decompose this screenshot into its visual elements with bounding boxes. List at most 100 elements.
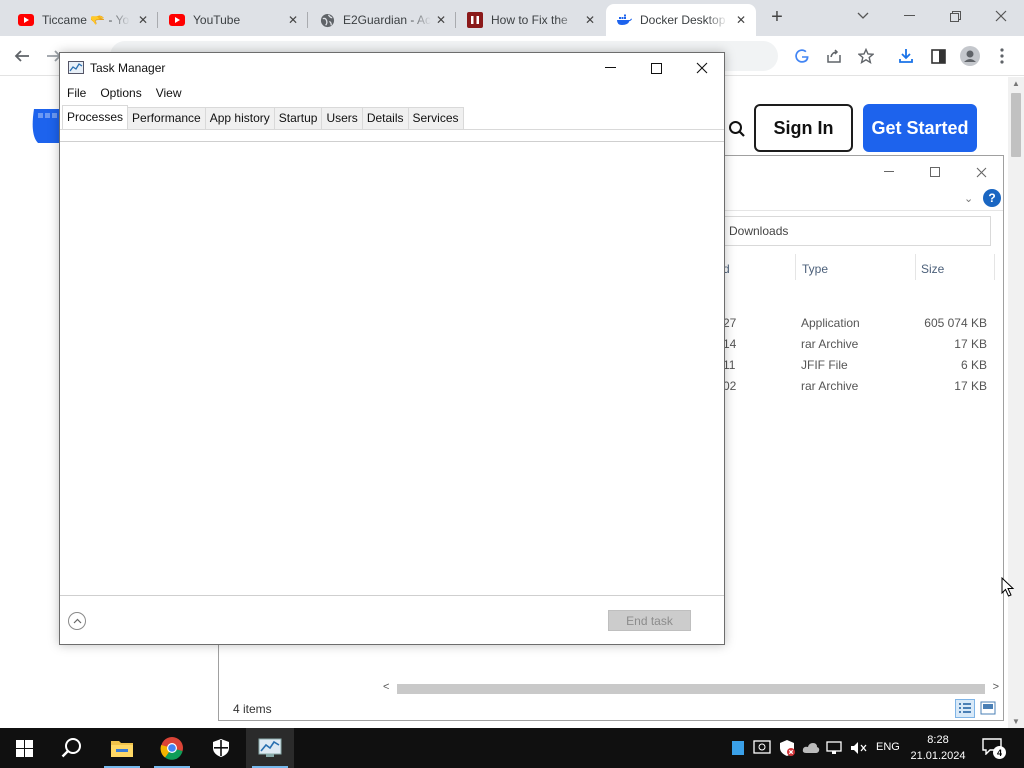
tab-performance[interactable]: Performance [128, 107, 206, 130]
tray-security-icon[interactable] [778, 739, 796, 757]
file-date: 02 [723, 379, 737, 393]
download-icon[interactable] [894, 44, 918, 68]
process-list[interactable] [60, 141, 724, 596]
taskbar: ENG 8:28 21.01.2024 4 [0, 728, 1024, 768]
tray-cloud-icon[interactable] [802, 739, 820, 757]
notification-count: 4 [993, 746, 1006, 759]
get-started-button[interactable]: Get Started [863, 104, 977, 152]
file-type: rar Archive [801, 379, 859, 393]
share-icon[interactable] [822, 44, 846, 68]
address-bar[interactable]: Downloads [719, 216, 991, 246]
security-icon[interactable] [197, 728, 245, 768]
maximize-icon[interactable] [912, 160, 958, 184]
site-icon [467, 12, 483, 28]
tab-app-history[interactable]: App history [205, 107, 275, 130]
side-panel-icon[interactable] [926, 44, 950, 68]
close-icon[interactable] [679, 53, 725, 83]
file-date: 14 [723, 337, 737, 351]
tab-search-icon[interactable] [840, 0, 886, 32]
profile-avatar-icon[interactable] [958, 44, 982, 68]
tab-title: YouTube [193, 13, 241, 27]
end-task-button[interactable]: End task [608, 610, 691, 631]
restore-icon[interactable] [932, 0, 978, 32]
horizontal-scrollbar[interactable]: < > [379, 680, 1003, 696]
maximize-icon[interactable] [633, 53, 679, 83]
minimize-icon[interactable] [587, 53, 633, 83]
help-icon[interactable]: ? [983, 189, 1001, 207]
column-separator[interactable] [994, 254, 995, 280]
tab-docker-desktop[interactable]: Docker Desktop ✕ [606, 4, 756, 36]
google-icon[interactable] [790, 44, 814, 68]
tray-app-icon[interactable] [729, 739, 747, 757]
column-header-size[interactable]: Size [921, 256, 944, 282]
tab-startup[interactable]: Startup [274, 107, 323, 130]
search-icon[interactable] [48, 728, 96, 768]
browser-tabstrip: Ticcame 🫳 - YouTube ✕ YouTube ✕ E2Guardi… [0, 0, 1024, 36]
youtube-icon [18, 12, 34, 28]
menu-options[interactable]: Options [93, 83, 148, 103]
scroll-up-arrow-icon[interactable]: ▲ [1011, 79, 1021, 88]
tray-network-icon[interactable] [826, 739, 844, 757]
tab-title: E2Guardian - Access Denied [343, 13, 431, 27]
tab-users[interactable]: Users [322, 107, 363, 130]
file-date: 27 [723, 316, 737, 330]
bookmark-star-icon[interactable] [854, 44, 878, 68]
tab-e2guardian[interactable]: E2Guardian - Access Denied ✕ [309, 4, 456, 36]
notifications-icon[interactable]: 4 [982, 738, 1006, 759]
tray-monitor-icon[interactable] [753, 739, 771, 757]
column-header-type[interactable]: Type [802, 256, 828, 282]
tab-bar: Processes Performance App history Startu… [62, 105, 464, 130]
tab-ticcame[interactable]: Ticcame 🫳 - YouTube ✕ [8, 4, 158, 36]
menu-file[interactable]: File [60, 83, 93, 103]
tab-title: Ticcame 🫳 - YouTube [42, 13, 130, 27]
column-separator[interactable] [915, 254, 916, 280]
close-tab-icon[interactable]: ✕ [434, 13, 448, 27]
tray-volume-muted-icon[interactable] [850, 739, 868, 757]
fewer-details-chevron-icon[interactable] [68, 612, 86, 630]
close-tab-icon[interactable]: ✕ [734, 13, 748, 27]
back-arrow-icon[interactable] [10, 44, 34, 68]
close-tab-icon[interactable]: ✕ [136, 13, 150, 27]
language-indicator[interactable]: ENG [876, 741, 900, 753]
search-icon[interactable] [728, 120, 746, 138]
tab-how-to-fix[interactable]: How to Fix the ✕ [457, 4, 605, 36]
clock-date: 21.01.2024 [910, 750, 966, 762]
close-tab-icon[interactable]: ✕ [286, 13, 300, 27]
tab-details[interactable]: Details [362, 107, 409, 130]
youtube-icon [169, 12, 185, 28]
scroll-right-arrow-icon[interactable]: > [993, 681, 999, 693]
start-icon[interactable] [0, 728, 48, 768]
large-icons-view-icon[interactable] [980, 701, 996, 715]
menu-view[interactable]: View [149, 83, 189, 103]
file-row[interactable]: 27 Application 605 074 KB [719, 312, 991, 333]
docker-icon [616, 12, 632, 28]
details-view-icon[interactable] [955, 699, 975, 718]
new-tab-button[interactable]: + [766, 7, 788, 29]
menu-bar: File Options View [60, 83, 189, 103]
close-icon[interactable] [978, 0, 1024, 32]
clock[interactable]: 8:28 21.01.2024 [906, 732, 970, 764]
scrollbar-thumb[interactable] [1011, 93, 1021, 157]
file-explorer-icon[interactable] [98, 728, 146, 768]
title-bar[interactable]: Task Manager [60, 53, 724, 83]
expand-ribbon-icon[interactable]: ⌄ [964, 192, 973, 205]
scroll-down-arrow-icon[interactable]: ▼ [1011, 717, 1021, 726]
sign-in-button[interactable]: Sign In [754, 104, 853, 152]
close-icon[interactable] [958, 160, 1004, 184]
column-separator[interactable] [795, 254, 796, 280]
menu-dots-icon[interactable] [990, 44, 1014, 68]
tab-youtube[interactable]: YouTube ✕ [159, 4, 308, 36]
chrome-icon[interactable] [148, 728, 196, 768]
minimize-icon[interactable] [886, 0, 932, 32]
scrollbar-thumb[interactable] [397, 684, 985, 694]
page-scrollbar[interactable]: ▲ ▼ [1008, 77, 1024, 728]
minimize-icon[interactable] [866, 160, 912, 184]
file-row[interactable]: 02 rar Archive 17 KB [719, 375, 991, 396]
scroll-left-arrow-icon[interactable]: < [383, 681, 389, 693]
file-row[interactable]: 14 rar Archive 17 KB [719, 333, 991, 354]
tab-services[interactable]: Services [408, 107, 464, 130]
close-tab-icon[interactable]: ✕ [583, 13, 597, 27]
file-row[interactable]: 11 JFIF File 6 KB [719, 354, 991, 375]
task-manager-icon[interactable] [246, 728, 294, 768]
tab-processes[interactable]: Processes [62, 105, 129, 130]
